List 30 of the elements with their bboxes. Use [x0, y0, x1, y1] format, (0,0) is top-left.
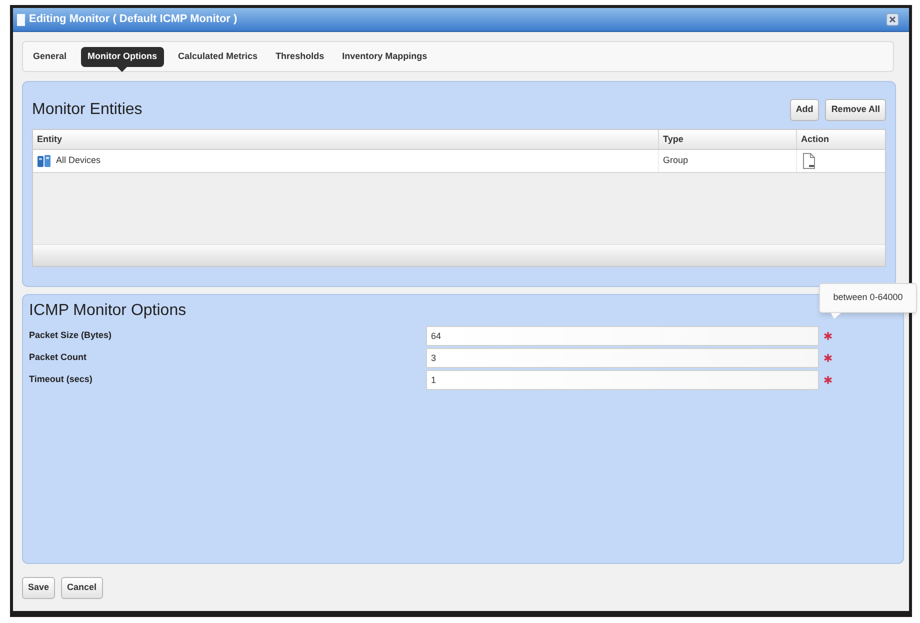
document-icon[interactable] [803, 153, 815, 169]
cancel-button[interactable]: Cancel [61, 577, 103, 599]
field-label: Packet Size (Bytes) [29, 329, 113, 342]
tooltip-pointer-icon [831, 313, 841, 319]
table-cell-text: Group [663, 154, 688, 168]
add-button[interactable]: Add [790, 99, 820, 121]
tab[interactable]: Calculated Metrics [174, 46, 262, 66]
text-field[interactable]: 3 [426, 348, 819, 368]
tooltip: between 0-64000 [819, 283, 917, 313]
table-row[interactable]: All Devices Group [33, 150, 885, 173]
window-title: Editing Monitor ( Default ICMP Monitor ) [29, 12, 238, 28]
tab[interactable]: Thresholds [272, 46, 328, 66]
close-icon[interactable] [886, 13, 899, 26]
tab-pointer-icon [117, 66, 128, 72]
window-icon [17, 14, 25, 26]
column-header[interactable]: Entity [33, 130, 658, 149]
save-button[interactable]: Save [22, 577, 56, 599]
tab[interactable]: General [29, 46, 71, 66]
text-field[interactable]: 1 [426, 370, 819, 390]
section-title: Monitor Entities [32, 100, 142, 120]
field-label: Packet Count [29, 351, 88, 364]
section-title: ICMP Monitor Options [29, 301, 186, 321]
column-header[interactable]: Type [658, 130, 796, 149]
table-cell-text: All Devices [56, 154, 101, 168]
column-header[interactable]: Action [796, 130, 885, 149]
remove-all-button[interactable]: Remove All [825, 99, 886, 121]
field-label: Timeout (secs) [29, 373, 94, 386]
devices-icon [37, 154, 51, 168]
text-field[interactable]: 64 [426, 326, 819, 346]
tab[interactable]: Inventory Mappings [338, 46, 432, 66]
